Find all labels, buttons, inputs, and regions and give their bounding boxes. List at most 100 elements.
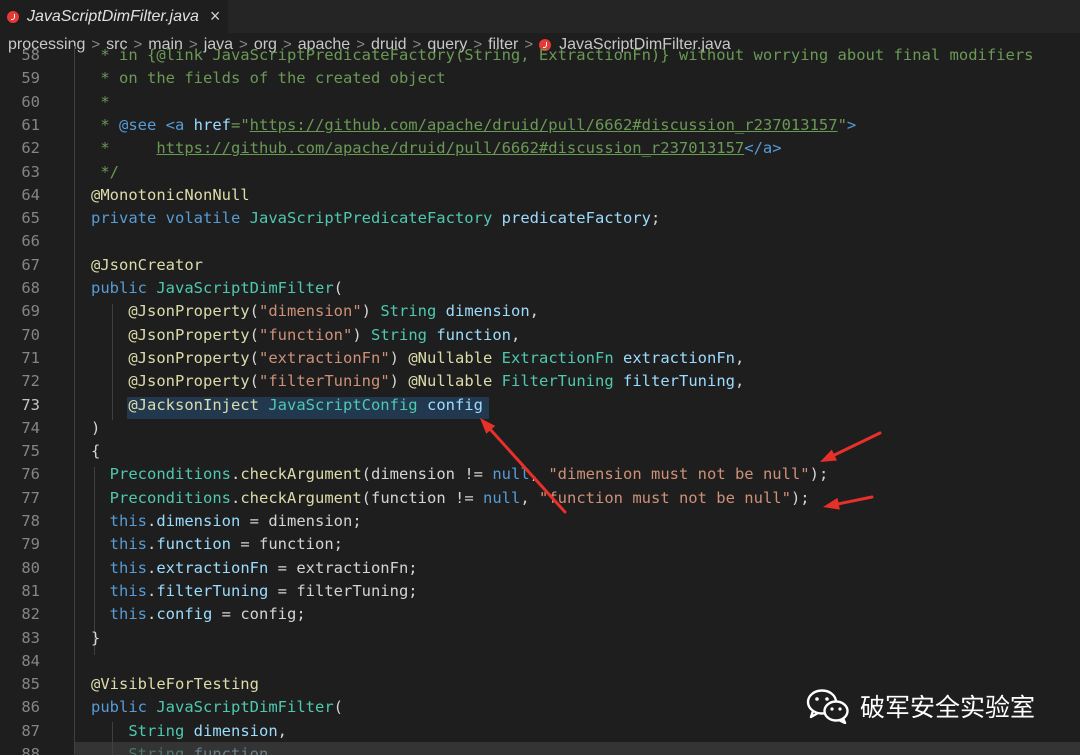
code-token: this — [109, 581, 147, 600]
code-token: , — [529, 302, 540, 321]
code-text: @VisibleForTesting — [91, 673, 259, 696]
code-line[interactable]: 77 Preconditions.checkArgument(function … — [0, 487, 1080, 510]
code-token: @JsonProperty — [128, 302, 250, 321]
code-line[interactable]: 67 @JsonCreator — [0, 254, 1080, 277]
code-token: filterTuning — [623, 372, 735, 391]
code-token: " — [837, 115, 847, 134]
code-line[interactable]: 72 @JsonProperty("filterTuning") @Nullab… — [0, 370, 1080, 393]
code-line[interactable]: 70 @JsonProperty("function") String func… — [0, 324, 1080, 347]
line-number: 76 — [21, 465, 40, 484]
code-line[interactable]: 81 this.filterTuning = filterTuning; — [0, 580, 1080, 603]
code-token: ); — [790, 488, 810, 507]
code-line[interactable]: 83} — [0, 627, 1080, 650]
line-number: 87 — [21, 721, 40, 740]
code-text: * https://github.com/apache/druid/pull/6… — [91, 137, 781, 160]
tab-title: JavaScriptDimFilter.java — [27, 7, 199, 25]
code-line[interactable]: 66 — [0, 230, 1080, 253]
code-token: ( — [249, 325, 259, 344]
code-token: "filterTuning" — [259, 372, 390, 391]
code-text: @MonotonicNonNull — [91, 184, 250, 207]
code-token: = extractionFn; — [268, 558, 418, 577]
code-token: ) — [361, 302, 381, 321]
code-line[interactable]: 74) — [0, 417, 1080, 440]
horizontal-scrollbar[interactable] — [74, 742, 1080, 755]
code-token: @Nullable — [408, 348, 493, 367]
code-token: ExtractionFn — [501, 348, 614, 367]
code-line[interactable]: 80 this.extractionFn = extractionFn; — [0, 557, 1080, 580]
code-line[interactable]: 75 { — [0, 440, 1080, 463]
line-number: 63 — [21, 162, 40, 181]
code-token: dimension — [193, 721, 278, 740]
code-token: "function" — [259, 325, 353, 344]
code-token: "dimension must not be null" — [548, 465, 810, 484]
code-token: null — [483, 488, 521, 507]
code-token: ; — [650, 209, 661, 228]
code-token: Preconditions — [109, 465, 231, 484]
line-number: 59 — [21, 69, 40, 88]
watermark-text: 破军安全实验室 — [860, 693, 1036, 722]
code-line[interactable]: 60 * — [0, 91, 1080, 114]
code-token: this — [109, 512, 147, 530]
code-token: { — [91, 442, 101, 461]
code-token: ( — [249, 302, 259, 321]
code-token: @JsonProperty — [128, 325, 250, 344]
code-token: "dimension" — [259, 302, 362, 321]
code-text: * @see <a href="https://github.com/apach… — [91, 114, 856, 137]
code-line[interactable]: 69 @JsonProperty("dimension") String dim… — [0, 300, 1080, 323]
code-line[interactable]: 79 this.function = function; — [0, 533, 1080, 556]
code-token: ( — [333, 279, 343, 297]
watermark: 破军安全实验室 — [806, 686, 1056, 726]
code-token: function — [436, 325, 511, 344]
code-token: . — [231, 488, 241, 507]
code-line[interactable]: 63 */ — [0, 161, 1080, 184]
close-icon[interactable]: × — [210, 6, 221, 27]
line-number: 72 — [21, 372, 40, 391]
line-number: 88 — [21, 745, 40, 755]
code-token: dimension — [445, 302, 530, 321]
code-token: */ — [91, 162, 119, 181]
code-line[interactable]: 58 * in {@link JavaScriptPredicateFactor… — [0, 46, 1080, 67]
code-line[interactable]: 71 @JsonProperty("extractionFn") @Nullab… — [0, 347, 1080, 370]
code-line[interactable]: 61 * @see <a href="https://github.com/ap… — [0, 114, 1080, 137]
code-line[interactable]: 65 private volatile JavaScriptPredicateFa… — [0, 207, 1080, 230]
code-line[interactable]: 84 — [0, 650, 1080, 673]
code-editor[interactable]: 58 * in {@link JavaScriptPredicateFactor… — [0, 46, 1080, 755]
code-token: private — [91, 209, 157, 228]
code-token: ( — [333, 698, 343, 717]
code-line[interactable]: 73 @JacksonInject JavaScriptConfig confi… — [0, 394, 1080, 417]
code-token: https://github.com/apache/druid/pull/666… — [249, 115, 838, 134]
line-number: 69 — [21, 302, 40, 321]
code-text: @JsonProperty("filterTuning") @Nullable … — [91, 370, 744, 393]
code-line[interactable]: 59 * on the fields of the created object — [0, 67, 1080, 90]
code-token: this — [109, 558, 147, 577]
code-line[interactable]: 78 this.dimension = dimension; — [0, 510, 1080, 533]
code-token: @JsonProperty — [128, 372, 250, 391]
line-number: 75 — [21, 442, 40, 461]
editor-tab-active[interactable]: JavaScriptDimFilter.java × — [0, 0, 228, 33]
code-token: @see — [119, 115, 157, 134]
code-token: . — [231, 465, 241, 484]
code-line[interactable]: 64 @MonotonicNonNull — [0, 184, 1080, 207]
code-line[interactable]: 82 this.config = config; — [0, 603, 1080, 626]
code-line[interactable]: 62 * https://github.com/apache/druid/pul… — [0, 137, 1080, 160]
code-token: = filterTuning; — [268, 581, 418, 600]
line-number: 70 — [21, 325, 40, 344]
code-token: * in {@link JavaScriptPredicateFactory(S… — [91, 46, 1034, 64]
code-line[interactable]: 68 public JavaScriptDimFilter( — [0, 277, 1080, 300]
line-number: 77 — [21, 488, 40, 507]
code-text: { — [91, 440, 100, 463]
java-error-file-icon — [7, 10, 19, 23]
code-line[interactable]: 76 Preconditions.checkArgument(dimension… — [0, 463, 1080, 486]
code-token: ( — [249, 348, 259, 367]
